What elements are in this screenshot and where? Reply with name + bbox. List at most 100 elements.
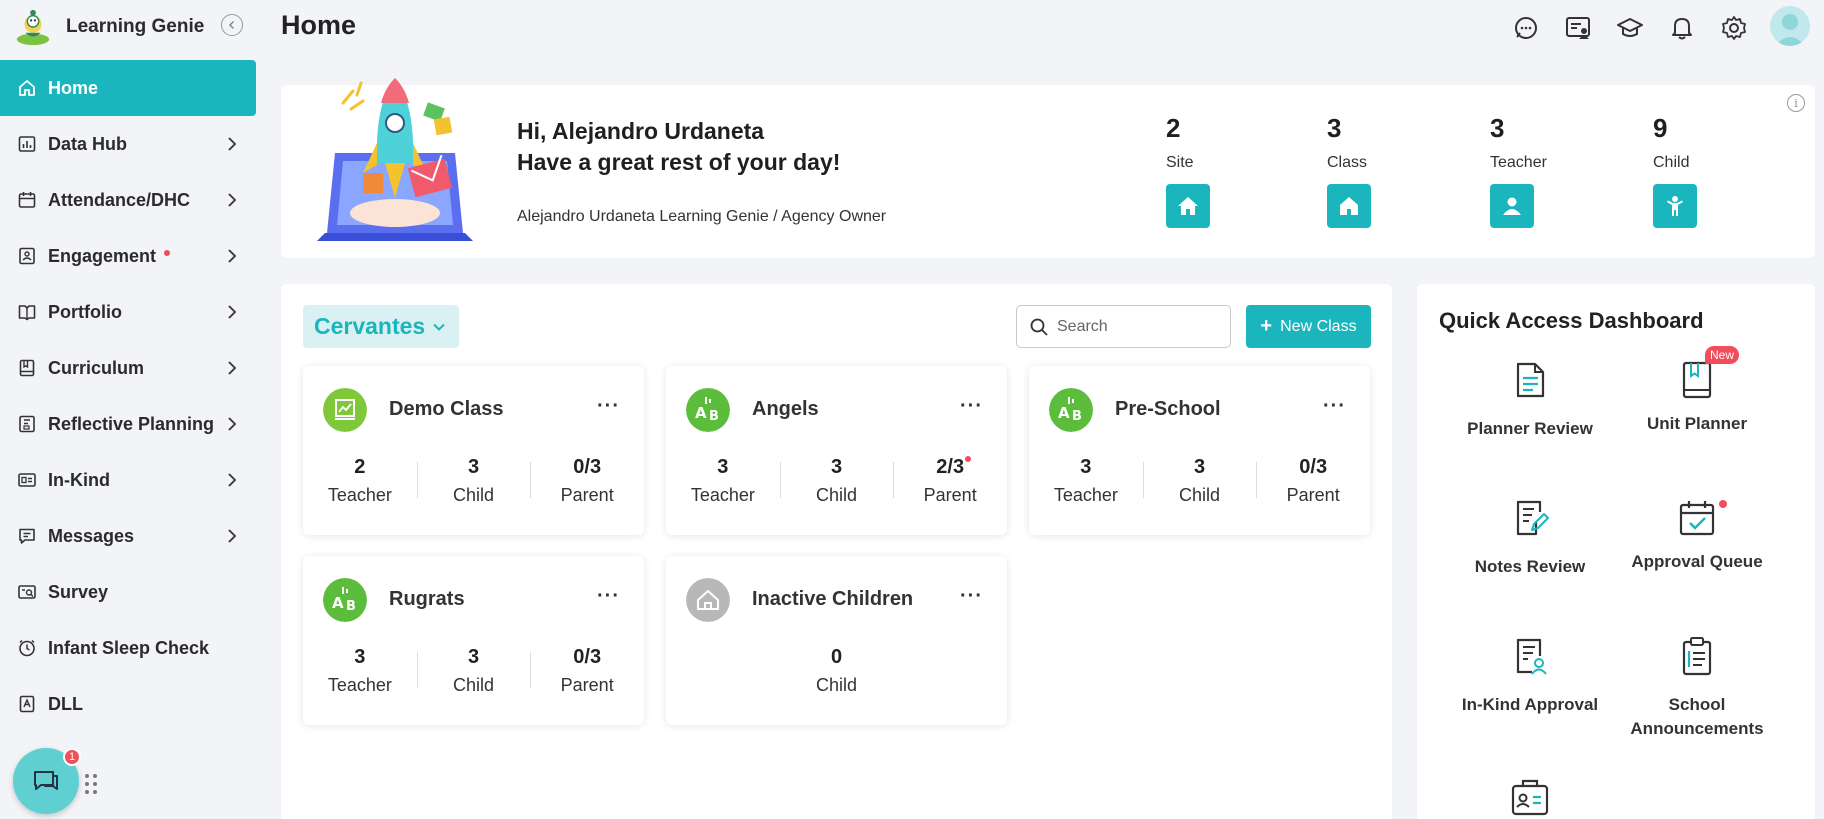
quick-item-id-badge[interactable] [1445,774,1615,819]
in-kind-icon [16,469,38,491]
svg-text:B: B [1072,409,1082,424]
plus-icon: + [1260,315,1273,337]
class-card-pre-school[interactable]: AB Pre-School ··· 3 Teacher 3 Child 0/3 Par… [1029,366,1370,535]
stat-label: Site [1166,154,1194,171]
drag-handle-icon[interactable] [83,772,99,796]
unit-planner-icon [1682,361,1712,399]
notification-dot [1719,500,1727,508]
class-button[interactable] [1327,184,1371,228]
search-icon [1030,318,1048,336]
bell-icon[interactable] [1668,14,1696,42]
site-select[interactable]: Cervantes [303,305,459,348]
sidebar-item-infant-sleep-check[interactable]: Infant Sleep Check [0,620,256,676]
engagement-icon [16,245,38,267]
person-icon [1503,197,1521,215]
quick-item-approval-queue[interactable]: Approval Queue [1612,496,1782,574]
sidebar-item-in-kind[interactable]: In-Kind [0,452,256,508]
child-count-value: 3 [467,646,480,668]
svg-text:B: B [346,599,356,614]
chat-bubble-icon[interactable] [1512,14,1540,42]
calendar-icon [16,189,38,211]
greeting: Hi, Alejandro Urdaneta [517,118,765,144]
sidebar-item-reflective-planning[interactable]: Reflective Planning [0,396,256,452]
parent-label: Parent [923,485,977,505]
collapse-sidebar-button[interactable] [221,14,243,36]
parent-count: 2/3 Parent [893,456,1007,506]
class-stats: 0 Child [666,646,1007,696]
chevron-right-icon [228,249,237,263]
new-class-button[interactable]: + New Class [1246,305,1371,348]
class-card-rugrats[interactable]: AB Rugrats ··· 3 Teacher 3 Child 0/3 Parent [303,556,644,725]
class-card-demo-class[interactable]: Demo Class ··· 2 Teacher 3 Child 0/3 Parent [303,366,644,535]
graduation-cap-icon[interactable] [1616,14,1644,42]
quick-item-unit-planner[interactable]: New Unit Planner [1612,346,1782,436]
sidebar-item-portfolio[interactable]: Portfolio [0,284,256,340]
contact-card-icon[interactable] [1564,14,1592,42]
sidebar-item-label: Messages [48,525,135,546]
sidebar-item-survey[interactable]: Survey [0,564,256,620]
search-box[interactable] [1016,305,1231,348]
child-label: Child [815,675,858,695]
chat-support-button[interactable]: 1 [13,748,81,814]
gear-icon[interactable] [1720,14,1748,42]
quick-item-in-kind-approval[interactable]: In-Kind Approval [1445,634,1615,717]
search-input[interactable] [1057,317,1217,336]
more-options-icon[interactable]: ··· [960,586,983,606]
chevron-right-icon [228,137,237,151]
svg-text:A: A [695,404,707,422]
teacher-button[interactable] [1490,184,1534,228]
classes-panel: Cervantes + New Class Demo Class ··· 2 Te… [281,284,1392,819]
welcome-card: Hi, Alejandro Urdaneta Have a great rest… [281,78,1815,258]
more-options-icon[interactable]: ··· [597,396,620,416]
stat-value: 3 [1327,113,1342,143]
quick-item-planner-review[interactable]: Planner Review [1445,358,1615,441]
unit-planner-icon-wrap: New [1675,346,1740,402]
class-card-inactive-children[interactable]: Inactive Children ··· 0 Child [666,556,1007,725]
more-options-icon[interactable]: ··· [960,396,983,416]
sidebar-item-data-hub[interactable]: Data Hub [0,116,256,172]
teacher-label: Teacher [327,675,392,695]
rocket-laptop-illustration [317,78,473,241]
sidebar-item-engagement[interactable]: Engagement [0,228,256,284]
chevron-right-icon [228,417,237,431]
quick-item-label: Unit Planner [1646,414,1748,433]
class-card-angels[interactable]: AB Angels ··· 3 Teacher 3 Child 2/3 Parent [666,366,1007,535]
quick-item-label: Planner Review [1467,419,1593,438]
child-count: 3 Child [416,456,531,506]
brand[interactable]: Learning Genie [14,8,204,46]
sidebar-item-label: Attendance/DHC [48,189,191,210]
quick-item-notes-review[interactable]: Notes Review [1445,496,1615,579]
teacher-count: 3 Teacher [1029,456,1143,506]
info-icon[interactable]: i [1787,94,1805,112]
parent-label: Parent [560,675,614,695]
child-count: 0 Child [666,646,1007,696]
quick-item-school-announcements[interactable]: School Announcements [1612,634,1782,741]
child-button[interactable] [1653,184,1697,228]
child-label: Child [1178,485,1221,505]
child-count-value: 3 [1193,456,1206,478]
teacher-count: 3 Teacher [303,646,417,696]
sidebar-item-attendance[interactable]: Attendance/DHC [0,172,256,228]
teacher-count-value: 3 [354,646,366,668]
stat-site: 2 Site [1166,113,1286,228]
site-button[interactable] [1166,184,1210,228]
brand-name: Learning Genie [66,16,205,37]
home-icon [16,77,38,99]
svg-text:A: A [332,594,344,612]
sidebar-item-home[interactable]: Home [0,60,256,116]
sidebar-item-dll[interactable]: DLL [0,676,256,732]
parent-count-value: 0/3 [573,646,602,668]
sidebar-item-label: Engagement [48,245,157,266]
learning-genie-logo [16,9,50,46]
sidebar-item-curriculum[interactable]: Curriculum [0,340,256,396]
user-avatar[interactable] [1770,6,1810,46]
chevron-right-icon [228,193,237,207]
parent-count: 0/3 Parent [530,646,644,696]
sidebar-item-messages[interactable]: Messages [0,508,256,564]
more-options-icon[interactable]: ··· [597,586,620,606]
more-options-icon[interactable]: ··· [1323,396,1346,416]
chevron-right-icon [228,361,237,375]
parent-count-value: 0/3 [1299,456,1328,478]
sidebar-item-label: Portfolio [48,301,122,322]
sidebar-item-label: Reflective Planning [48,413,215,434]
